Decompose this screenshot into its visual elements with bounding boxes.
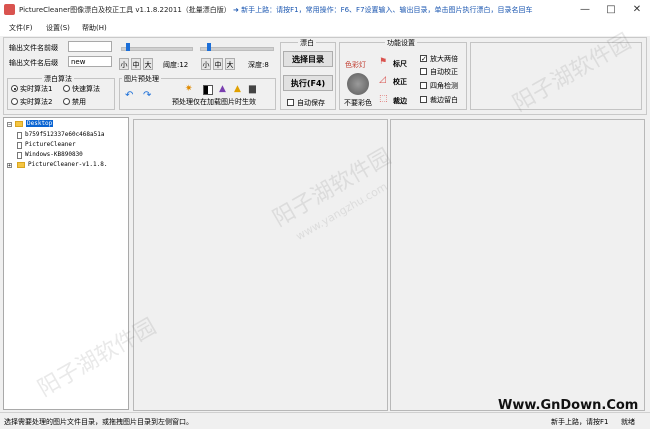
depth-small-button[interactable]: 小 — [201, 58, 211, 70]
execute-button[interactable]: 执行(F4) — [283, 75, 333, 91]
preprocess-title: 图片预处理 — [122, 74, 161, 84]
ruler-label[interactable]: 标尺 — [393, 59, 407, 69]
color-icon[interactable]: ▲ — [219, 84, 226, 94]
brightness-icon[interactable]: ✷ — [185, 84, 193, 94]
crop-icon[interactable]: ⬚ — [379, 94, 388, 104]
preprocess-note: 预处理仅在加载图片时生效 — [172, 98, 256, 106]
algo-realtime1-radio[interactable] — [11, 85, 18, 92]
prefix-label: 输出文件名前缀 — [9, 44, 58, 52]
algo-disable-radio[interactable] — [63, 98, 70, 105]
double-size-label: 放大两倍 — [430, 55, 458, 63]
correct-label[interactable]: 校正 — [393, 77, 407, 87]
brightness-large-button[interactable]: 大 — [143, 58, 153, 70]
color-light-icon[interactable] — [347, 73, 369, 95]
depth-large-button[interactable]: 大 — [225, 58, 235, 70]
features-title: 功能设置 — [385, 38, 417, 48]
brightness-value: 阈度:12 — [163, 61, 189, 69]
no-color-label: 不要彩色 — [344, 99, 372, 107]
status-hint: 新手上路，请按F1 — [551, 418, 609, 426]
brightness-slider-track[interactable] — [121, 47, 193, 51]
rotate-left-icon[interactable]: ↶ — [125, 90, 133, 101]
algo-disable-label: 禁用 — [72, 98, 86, 106]
depth-medium-button[interactable]: 中 — [213, 58, 223, 70]
depth-value: 深度:8 — [248, 61, 269, 69]
folder-icon — [17, 162, 25, 168]
tree-item-label: Windows-KB890830 — [25, 151, 83, 158]
menu-file[interactable]: 文件(F) — [9, 23, 33, 33]
autosave-label: 自动保存 — [297, 99, 325, 107]
algo-fast-label: 快速算法 — [72, 85, 100, 93]
corner-detect-label: 四角检测 — [430, 82, 458, 90]
save-preset-icon[interactable]: ▆ — [249, 84, 256, 94]
status-bar: 选择需要处理的图片文件目录，或拖拽图片目录到左侧窗口。 新手上路，请按F1 就绪 — [0, 412, 650, 429]
corner-detect-checkbox[interactable] — [420, 82, 427, 89]
file-icon — [17, 132, 22, 139]
toolbar-panel: 输出文件名前缀 输出文件名后缀 new 漂白算法 实时算法1 快速算法 实时算法… — [3, 37, 647, 115]
expand-icon[interactable]: + — [7, 163, 12, 169]
collapse-icon[interactable]: − — [7, 122, 12, 128]
double-size-checkbox[interactable]: ✓ — [420, 55, 427, 63]
auto-correct-label: 自动校正 — [430, 68, 458, 76]
status-message: 选择需要处理的图片文件目录，或拖拽图片目录到左侧窗口。 — [4, 418, 193, 426]
sharpen-icon[interactable]: ▲ — [234, 84, 241, 94]
menu-help[interactable]: 帮助(H) — [82, 23, 107, 33]
folder-tree[interactable]: − Desktop b759f512337e60c468a51a Picture… — [3, 117, 129, 410]
rotate-right-icon[interactable]: ↷ — [143, 90, 151, 101]
menu-settings[interactable]: 设置(S) — [46, 23, 70, 33]
crop-margin-label: 裁边留白 — [430, 96, 458, 104]
suffix-label: 输出文件名后缀 — [9, 59, 58, 67]
tree-item-label: PictureCleaner-v1.1.8. — [28, 161, 108, 168]
algo-realtime2-label: 实时算法2 — [20, 98, 53, 106]
tree-item-label: Desktop — [26, 120, 54, 127]
auto-correct-checkbox[interactable] — [420, 68, 427, 75]
correct-icon[interactable]: ◿ — [379, 75, 386, 85]
folder-icon — [15, 121, 23, 127]
bleach-algo-title: 漂白算法 — [42, 74, 74, 84]
app-icon — [4, 4, 15, 15]
source-image-panel[interactable] — [133, 119, 388, 411]
watermark-site: Www.GnDown.Com — [498, 398, 639, 413]
color-light-label[interactable]: 色彩灯 — [345, 60, 366, 70]
status-state: 就绪 — [621, 418, 635, 426]
suffix-input[interactable]: new — [68, 56, 112, 67]
select-dir-button[interactable]: 选择目录 — [283, 51, 333, 67]
crop-label[interactable]: 裁边 — [393, 96, 407, 106]
minimize-button[interactable]: — — [572, 0, 598, 20]
brightness-small-button[interactable]: 小 — [119, 58, 129, 70]
title-bar: PictureCleaner图像漂白及校正工具 v1.1.8.22011（批量漂… — [0, 0, 650, 21]
tree-item-label: b759f512337e60c468a51a — [25, 131, 105, 138]
close-button[interactable]: ✕ — [624, 0, 650, 20]
title-hint: ➜ 新手上路：请按F1，常用操作：F6、F7设置输入、输出目录，单击图片执行漂白… — [233, 6, 533, 14]
extra-area — [470, 42, 642, 110]
menu-bar: 文件(F) 设置(S) 帮助(H) — [0, 20, 650, 36]
maximize-button[interactable]: □ — [598, 0, 624, 20]
ruler-icon[interactable]: ⚑ — [379, 57, 387, 67]
depth-slider-thumb[interactable] — [207, 43, 211, 51]
algo-realtime2-radio[interactable] — [11, 98, 18, 105]
depth-slider-track[interactable] — [200, 47, 274, 51]
autosave-checkbox[interactable] — [287, 99, 294, 106]
prefix-input[interactable] — [68, 41, 112, 52]
result-image-panel[interactable] — [390, 119, 645, 411]
brightness-slider-thumb[interactable] — [126, 43, 130, 51]
crop-margin-checkbox[interactable] — [420, 96, 427, 103]
tree-item-label: PictureCleaner — [25, 141, 76, 148]
brightness-medium-button[interactable]: 中 — [131, 58, 141, 70]
algo-realtime1-label: 实时算法1 — [20, 85, 53, 93]
contrast-icon[interactable] — [203, 85, 213, 95]
file-icon — [17, 142, 22, 149]
algo-fast-radio[interactable] — [63, 85, 70, 92]
file-icon — [17, 152, 22, 159]
window-title: PictureCleaner图像漂白及校正工具 v1.1.8.22011（批量漂… — [19, 6, 231, 14]
bleach-title: 漂白 — [298, 38, 316, 48]
